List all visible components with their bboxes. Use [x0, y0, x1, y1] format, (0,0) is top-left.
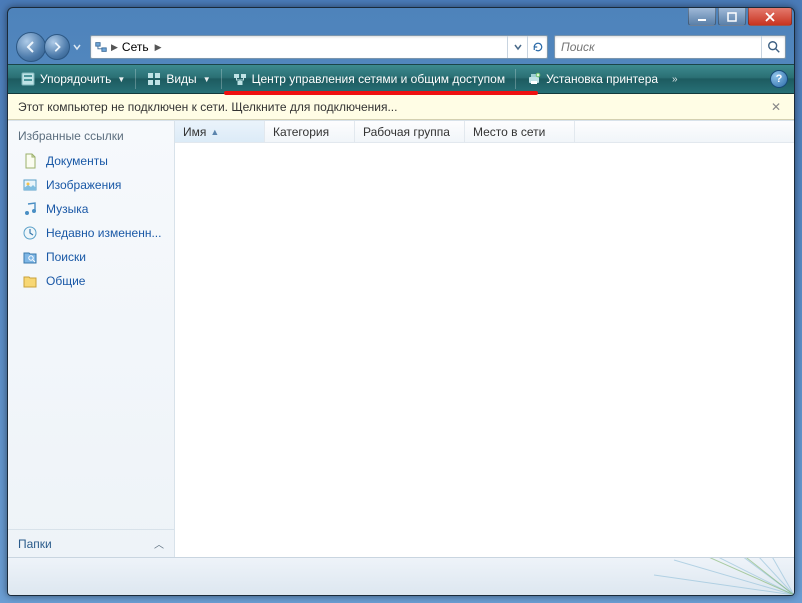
breadcrumb-separator-icon: ▶ — [155, 42, 162, 53]
column-workgroup[interactable]: Рабочая группа — [355, 121, 465, 142]
maximize-button[interactable] — [718, 8, 746, 26]
separator — [135, 69, 136, 89]
sidebar-list: Документы Изображения Музыка Недавно изм… — [8, 149, 174, 529]
sidebar-item-label: Недавно измененн... — [46, 226, 161, 240]
help-button[interactable]: ? — [770, 70, 788, 88]
sidebar-item-public[interactable]: Общие — [8, 269, 174, 293]
recent-icon — [22, 225, 38, 241]
content-area: Имя ▲ Категория Рабочая группа Место в с… — [175, 121, 794, 557]
add-printer-label: Установка принтера — [546, 72, 658, 86]
file-list[interactable] — [175, 143, 794, 557]
sidebar-item-label: Музыка — [46, 202, 88, 216]
chevron-down-icon: ▼ — [203, 75, 211, 84]
info-bar[interactable]: Этот компьютер не подключен к сети. Щелк… — [8, 94, 794, 120]
music-icon — [22, 201, 38, 217]
column-label: Категория — [273, 125, 329, 139]
chevron-up-icon: ︿ — [154, 536, 164, 551]
printer-icon — [526, 71, 542, 87]
search-icon — [767, 40, 781, 54]
column-name[interactable]: Имя ▲ — [175, 121, 265, 142]
body: Избранные ссылки Документы Изображения М… — [8, 120, 794, 557]
maximize-icon — [727, 12, 737, 22]
sidebar-item-label: Документы — [46, 154, 108, 168]
search-bar — [554, 35, 786, 59]
public-icon — [22, 273, 38, 289]
command-bar: Упорядочить ▼ Виды ▼ Центр управления се… — [8, 64, 794, 94]
info-bar-text: Этот компьютер не подключен к сети. Щелк… — [18, 100, 397, 114]
add-printer-button[interactable]: Установка принтера — [520, 68, 664, 90]
breadcrumb-separator-icon: ▶ — [111, 42, 118, 53]
sidebar-item-searches[interactable]: Поиски — [8, 245, 174, 269]
minimize-button[interactable] — [688, 8, 716, 26]
highlight-annotation — [224, 91, 538, 95]
breadcrumb-root[interactable]: Сеть — [122, 40, 149, 54]
arrow-right-icon — [51, 41, 63, 53]
sidebar-header: Избранные ссылки — [8, 121, 174, 149]
sidebar-item-pictures[interactable]: Изображения — [8, 173, 174, 197]
forward-button[interactable] — [44, 34, 70, 60]
sidebar-item-label: Поиски — [46, 250, 86, 264]
back-button[interactable] — [16, 32, 46, 62]
column-category[interactable]: Категория — [265, 121, 355, 142]
separator — [221, 69, 222, 89]
organize-button[interactable]: Упорядочить ▼ — [14, 68, 131, 90]
sidebar-item-music[interactable]: Музыка — [8, 197, 174, 221]
info-bar-close-button[interactable]: ✕ — [768, 100, 784, 114]
views-label: Виды — [166, 72, 196, 86]
sidebar-item-label: Изображения — [46, 178, 121, 192]
close-icon — [765, 12, 775, 22]
network-center-icon — [232, 71, 248, 87]
history-dropdown[interactable] — [70, 32, 84, 62]
details-pane — [8, 557, 794, 595]
column-label: Место в сети — [473, 125, 545, 139]
toolbar-overflow-button[interactable]: » — [666, 71, 684, 88]
views-button[interactable]: Виды ▼ — [140, 68, 216, 90]
minimize-icon — [697, 12, 707, 22]
network-center-label: Центр управления сетями и общим доступом — [252, 72, 506, 86]
chevron-down-icon — [73, 43, 81, 51]
decorative-rays — [634, 557, 794, 595]
nav-buttons — [16, 32, 84, 62]
chevron-down-icon — [514, 43, 522, 51]
column-label: Имя — [183, 125, 206, 139]
sidebar: Избранные ссылки Документы Изображения М… — [8, 121, 175, 557]
column-location[interactable]: Место в сети — [465, 121, 575, 142]
network-icon — [91, 40, 111, 54]
searches-icon — [22, 249, 38, 265]
folders-label: Папки — [18, 537, 52, 551]
nav-row: ▶ Сеть ▶ — [8, 30, 794, 64]
address-bar[interactable]: ▶ Сеть ▶ — [90, 35, 548, 59]
titlebar — [8, 8, 794, 30]
sidebar-item-label: Общие — [46, 274, 85, 288]
search-button[interactable] — [761, 36, 785, 58]
sidebar-item-documents[interactable]: Документы — [8, 149, 174, 173]
sidebar-item-recent[interactable]: Недавно измененн... — [8, 221, 174, 245]
close-icon: ✕ — [771, 100, 781, 114]
explorer-window: ▶ Сеть ▶ Упорядочить ▼ — [7, 7, 795, 596]
address-dropdown-button[interactable] — [507, 36, 527, 58]
folders-pane-toggle[interactable]: Папки ︿ — [8, 529, 174, 557]
column-headers: Имя ▲ Категория Рабочая группа Место в с… — [175, 121, 794, 143]
column-label: Рабочая группа — [363, 125, 450, 139]
close-button[interactable] — [748, 8, 792, 26]
refresh-button[interactable] — [527, 36, 547, 58]
organize-label: Упорядочить — [40, 72, 111, 86]
organize-icon — [20, 71, 36, 87]
network-center-button[interactable]: Центр управления сетями и общим доступом — [226, 68, 512, 90]
help-icon: ? — [776, 73, 783, 85]
chevron-right-icon: » — [672, 74, 678, 85]
pictures-icon — [22, 177, 38, 193]
separator — [515, 69, 516, 89]
views-icon — [146, 71, 162, 87]
sort-ascending-icon: ▲ — [210, 127, 219, 137]
breadcrumb[interactable]: Сеть ▶ — [118, 40, 166, 54]
chevron-down-icon: ▼ — [117, 75, 125, 84]
arrow-left-icon — [24, 40, 38, 54]
sidebar-title: Избранные ссылки — [18, 129, 124, 143]
documents-icon — [22, 153, 38, 169]
column-filler — [575, 121, 794, 142]
refresh-icon — [532, 41, 544, 53]
search-input[interactable] — [555, 40, 761, 54]
